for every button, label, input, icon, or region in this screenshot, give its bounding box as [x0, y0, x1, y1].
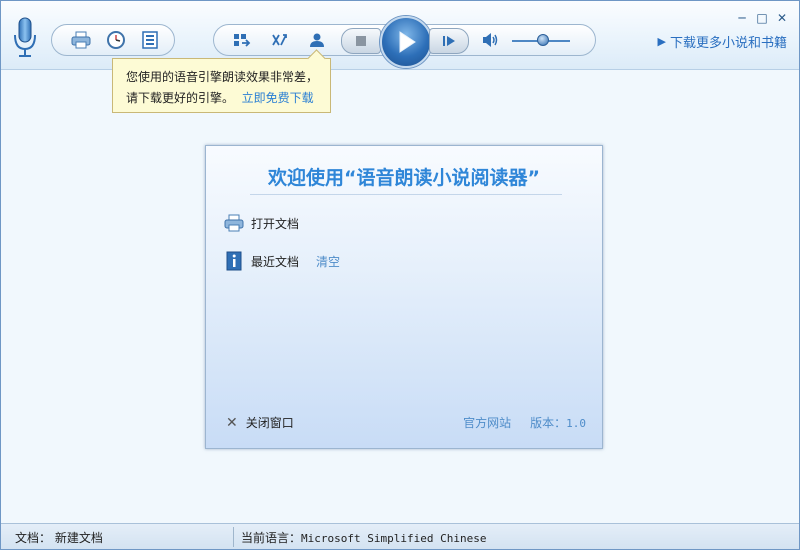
- clock-icon: [107, 31, 125, 49]
- open-document-item[interactable]: 打开文档: [224, 213, 299, 233]
- play-icon: [399, 31, 416, 53]
- stop-icon: [356, 36, 366, 46]
- status-bar: 文档： 新建文档 当前语言：Microsoft Simplified Chine…: [1, 523, 799, 549]
- tooltip-line-2-text: 请下载更好的引擎。: [126, 91, 235, 105]
- document-status-value: 新建文档: [54, 531, 103, 545]
- volume-icon[interactable]: [481, 31, 499, 49]
- version-label: 版本：: [530, 416, 567, 430]
- app-window: ▶ 下载更多小说和书籍 ─ □ ✕ 您使用的语音引擎朗读效果非常差， 请下载更好…: [0, 0, 800, 550]
- user-icon: [310, 33, 324, 47]
- next-button[interactable]: [429, 28, 469, 54]
- file-tools-group: [51, 24, 175, 56]
- print-button[interactable]: [70, 29, 92, 51]
- info-document-icon: [224, 251, 244, 271]
- shuffle-icon: [272, 34, 287, 46]
- engine-warning-tooltip: 您使用的语音引擎朗读效果非常差， 请下载更好的引擎。 立即免费下载: [112, 49, 331, 113]
- free-download-link[interactable]: 立即免费下载: [242, 91, 314, 105]
- printer-icon: [71, 31, 91, 49]
- play-button[interactable]: [380, 16, 432, 68]
- dialog-title: 欢迎使用“语音朗读小说阅读器”: [268, 167, 540, 189]
- status-divider: [233, 527, 234, 547]
- language-status-value: Microsoft Simplified Chinese: [301, 532, 487, 545]
- document-status-label: 文档：: [15, 531, 52, 545]
- list-button[interactable]: [139, 29, 161, 51]
- tooltip-line-1: 您使用的语音引擎朗读效果非常差，: [126, 70, 319, 84]
- minimize-button[interactable]: ─: [735, 11, 749, 25]
- recent-documents-item: 最近文档 清空: [224, 251, 340, 271]
- download-books-label: 下载更多小说和书籍: [669, 36, 787, 51]
- close-button[interactable]: ✕: [775, 11, 789, 25]
- tooltip-line-2: 请下载更好的引擎。 立即免费下载: [126, 88, 330, 109]
- language-status: 当前语言：Microsoft Simplified Chinese: [241, 529, 486, 546]
- volume-slider-knob[interactable]: [537, 34, 549, 46]
- dialog-footer: 官方网站 版本：1.0: [463, 414, 586, 431]
- skip-forward-icon: [443, 36, 455, 46]
- shuffle-button[interactable]: [269, 29, 291, 51]
- printer-icon: [224, 213, 244, 233]
- timer-button[interactable]: [105, 29, 127, 51]
- clear-recent-button[interactable]: 清空: [316, 253, 340, 270]
- official-site-link[interactable]: 官方网站: [463, 414, 511, 431]
- download-books-link[interactable]: ▶ 下载更多小说和书籍: [658, 32, 787, 51]
- recent-documents-label[interactable]: 最近文档: [251, 253, 299, 270]
- document-status: 文档： 新建文档: [15, 529, 103, 546]
- welcome-dialog: 欢迎使用“语音朗读小说阅读器” 打开文档 最近文档 清空 ✕ 关闭窗口 官方网站…: [205, 145, 603, 449]
- grid-arrow-icon: [234, 34, 251, 47]
- stop-button[interactable]: [341, 28, 381, 54]
- version-info: 版本：1.0: [530, 414, 586, 431]
- close-icon: ✕: [226, 414, 238, 431]
- language-status-label: 当前语言：: [241, 531, 302, 545]
- close-window-button[interactable]: ✕ 关闭窗口: [226, 414, 294, 431]
- microphone-icon: [14, 17, 36, 57]
- mode-button[interactable]: [232, 29, 254, 51]
- divider: [250, 194, 562, 195]
- version-number: 1.0: [566, 417, 586, 430]
- list-icon: [142, 31, 158, 49]
- close-window-label: 关闭窗口: [245, 416, 294, 430]
- play-triangle-icon: ▶: [657, 35, 666, 48]
- voice-button[interactable]: [306, 29, 328, 51]
- maximize-button[interactable]: □: [755, 11, 769, 25]
- open-document-label[interactable]: 打开文档: [251, 215, 299, 232]
